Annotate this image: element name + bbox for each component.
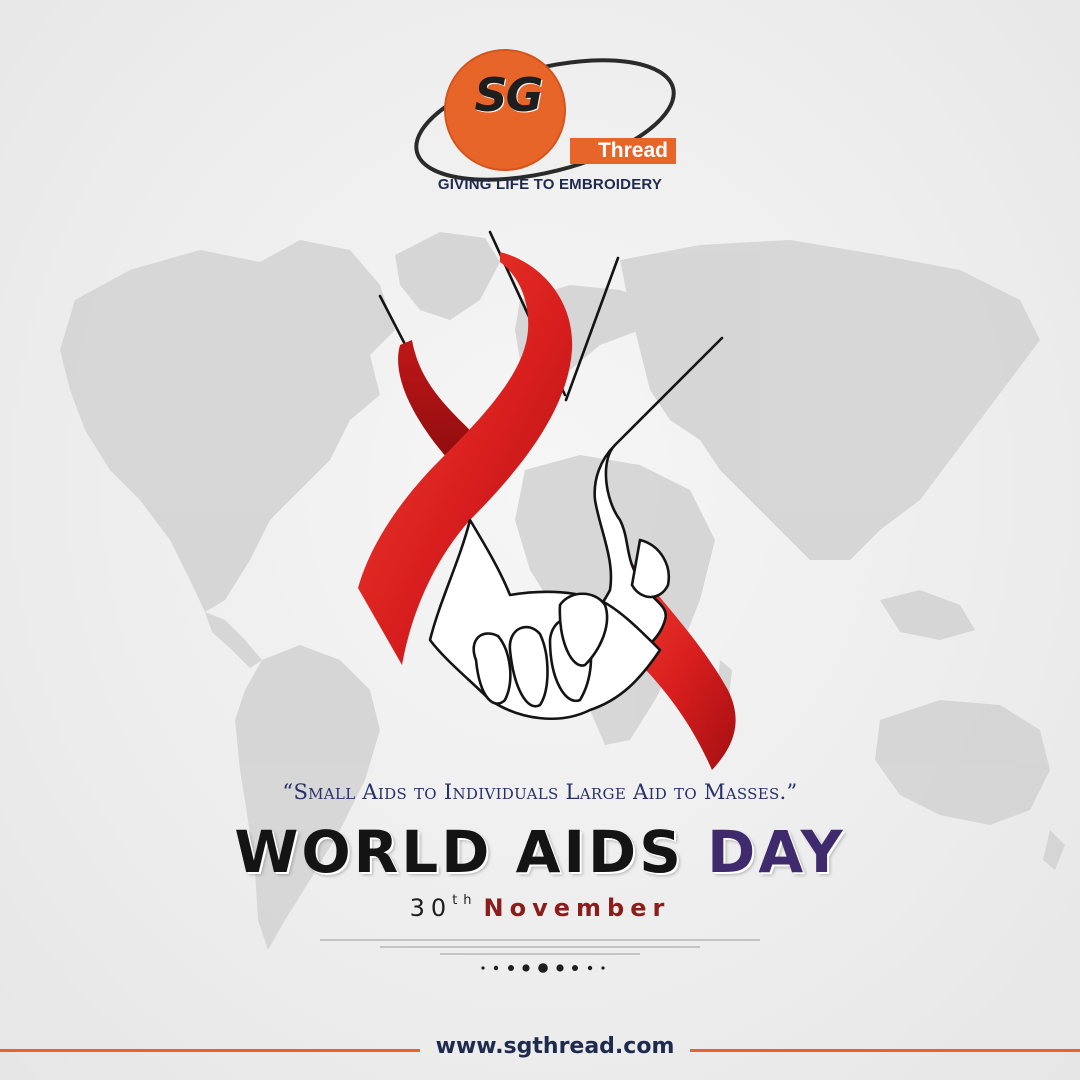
poster: SG Thread GIVING LIFE TO EMBROIDERY “Sma… <box>0 0 1080 1080</box>
website-link[interactable]: www.sgthread.com <box>420 1034 690 1059</box>
logo-letters: SG <box>474 68 544 122</box>
headline-main: WORLD AIDS <box>234 818 684 886</box>
date-line: 30th November <box>140 893 940 922</box>
divider-ornament <box>320 939 760 973</box>
date-month: November <box>483 894 671 922</box>
headline: WORLD AIDS DAY <box>140 818 940 886</box>
footer-rule-right <box>690 1049 1080 1052</box>
finger-upper-tip <box>630 538 671 599</box>
headline-accent: DAY <box>707 818 846 886</box>
arm-line-right-inner <box>564 256 620 402</box>
date-suffix: th <box>452 893 478 908</box>
finger-1 <box>472 632 512 705</box>
date-day: 30 <box>409 894 453 922</box>
arm-line-right-outer <box>613 336 724 447</box>
footer-rule-left <box>0 1049 420 1052</box>
footer: www.sgthread.com <box>0 1030 1080 1070</box>
logo-tagline: GIVING LIFE TO EMBROIDERY <box>437 176 663 193</box>
logo-word: Thread <box>570 138 676 164</box>
quote-text: “Small Aids to Individuals Large Aid to … <box>282 780 798 804</box>
